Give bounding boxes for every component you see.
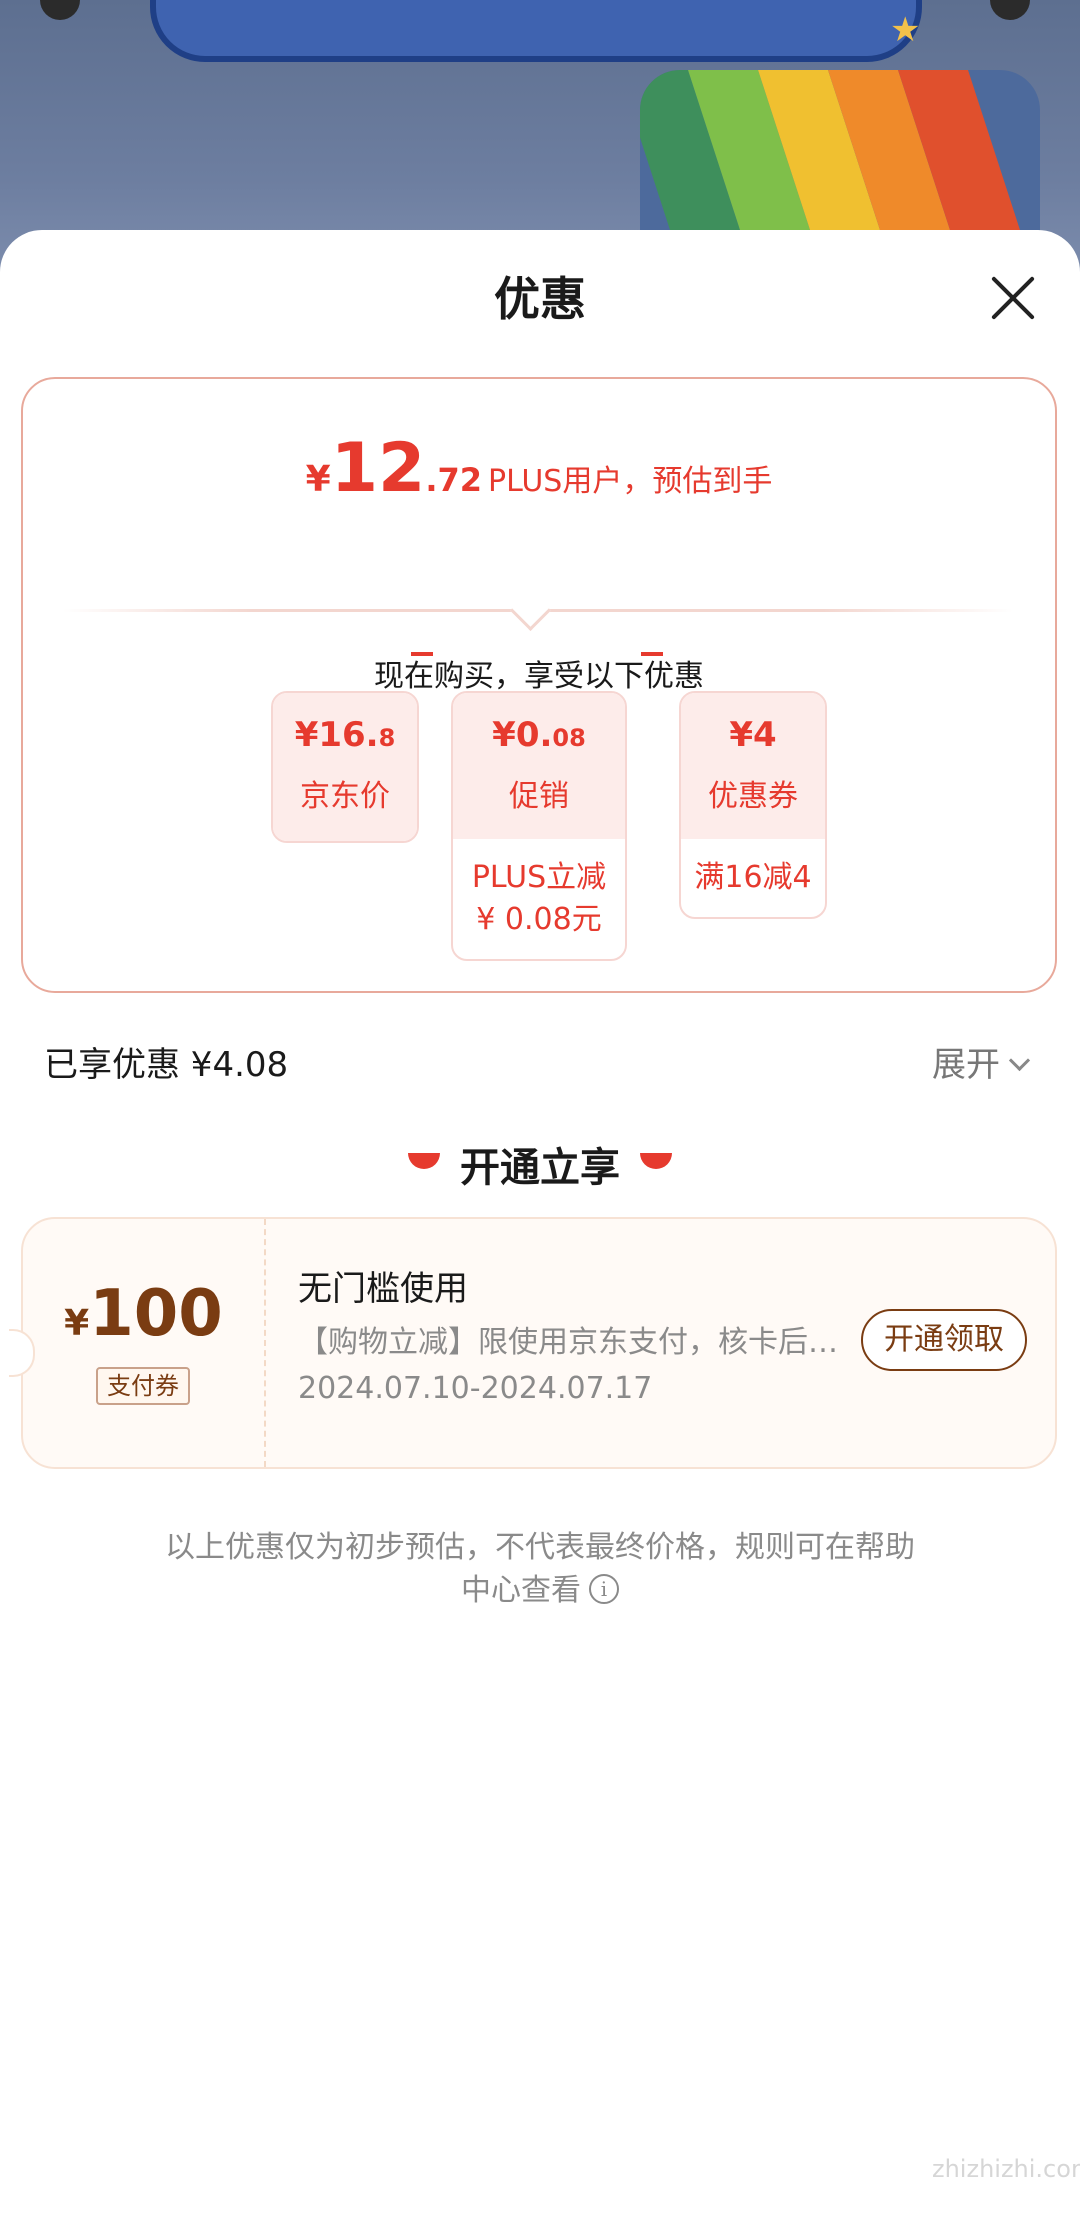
item-label: 京东价 (300, 779, 390, 814)
expand-button[interactable]: 展开 (932, 1037, 1031, 1086)
price-integer: 12 (330, 429, 426, 508)
item-amount: ¥0. (492, 715, 553, 755)
close-icon[interactable] (990, 275, 1036, 321)
chevron-down-icon (1008, 1049, 1031, 1072)
coupon-title: 无门槛使用 (298, 1269, 468, 1309)
minus-sign (411, 652, 433, 656)
item-detail: 满16减4 (694, 860, 812, 895)
item-label: 优惠券 (708, 779, 798, 814)
item-amount: ¥4 (729, 715, 777, 755)
coupon-description: 【购物立减】限使用京东支付，核卡后领取使用 (298, 1325, 838, 1360)
discount-bottom-sheet: 优惠 ¥12.72 PLUS用户，预估到手 现在购买，享受以下优惠 ¥16.8 京… (0, 230, 1080, 2230)
help-center-link[interactable]: 中心查看 (461, 1573, 581, 1608)
background-banner (150, 0, 922, 62)
price-summary-card: ¥12.72 PLUS用户，预估到手 现在购买，享受以下优惠 ¥16.8 京东价 … (21, 377, 1057, 993)
item-amount: ¥16. (294, 715, 379, 755)
item-label: 促销 (509, 779, 569, 814)
saved-amount: 已享优惠 ¥4.08 (44, 1045, 289, 1085)
price-note: PLUS用户，预估到手 (488, 464, 773, 499)
price-decimal: .72 (425, 461, 483, 499)
item-amount-small: 8 (378, 724, 396, 752)
info-icon[interactable]: i (589, 1573, 619, 1604)
breakdown-item-coupon: ¥4 优惠券 满16减4 (679, 691, 827, 919)
item-amount-small: 08 (552, 724, 586, 752)
breakdown-subtitle: 现在购买，享受以下优惠 (374, 659, 704, 694)
coupon-amount: 100 (89, 1277, 223, 1351)
coupon-card: ¥100 支付券 无门槛使用 【购物立减】限使用京东支付，核卡后领取使用 202… (9, 1217, 1057, 1469)
breakdown-item-jd-price: ¥16.8 京东价 (271, 691, 419, 843)
background-decoration (40, 0, 80, 20)
star-icon: ★ (890, 10, 921, 50)
disclaimer-note: 以上优惠仅为初步预估，不代表最终价格，规则可在帮助 中心查看 i (120, 1526, 960, 1612)
currency-symbol: ¥ (305, 459, 331, 500)
watermark: zhizhizhi.com (932, 2155, 1080, 2183)
coupon-type-badge: 支付券 (96, 1367, 190, 1405)
coupon-value: ¥100 (23, 1277, 264, 1351)
item-detail: ¥ 0.08元 (476, 902, 602, 937)
expand-label: 展开 (932, 1045, 1000, 1085)
divider-notch (509, 589, 552, 632)
open-section-title: 开通立享 (460, 1145, 620, 1191)
breakdown-item-promotion: ¥0.08 促销 PLUS立减 ¥ 0.08元 (451, 691, 627, 961)
disclaimer-line: 以上优惠仅为初步预估，不代表最终价格，规则可在帮助 (165, 1530, 915, 1565)
item-detail: PLUS立减 (471, 860, 607, 895)
currency-symbol: ¥ (64, 1303, 90, 1344)
background-decoration (990, 0, 1030, 20)
minus-sign (641, 652, 663, 656)
sheet-title: 优惠 (494, 272, 586, 326)
coupon-divider (264, 1219, 266, 1467)
coupon-dates: 2024.07.10-2024.07.17 (298, 1371, 653, 1406)
estimated-price: ¥12.72 PLUS用户，预估到手 (23, 429, 1055, 508)
activate-claim-button[interactable]: 开通领取 (861, 1309, 1027, 1371)
